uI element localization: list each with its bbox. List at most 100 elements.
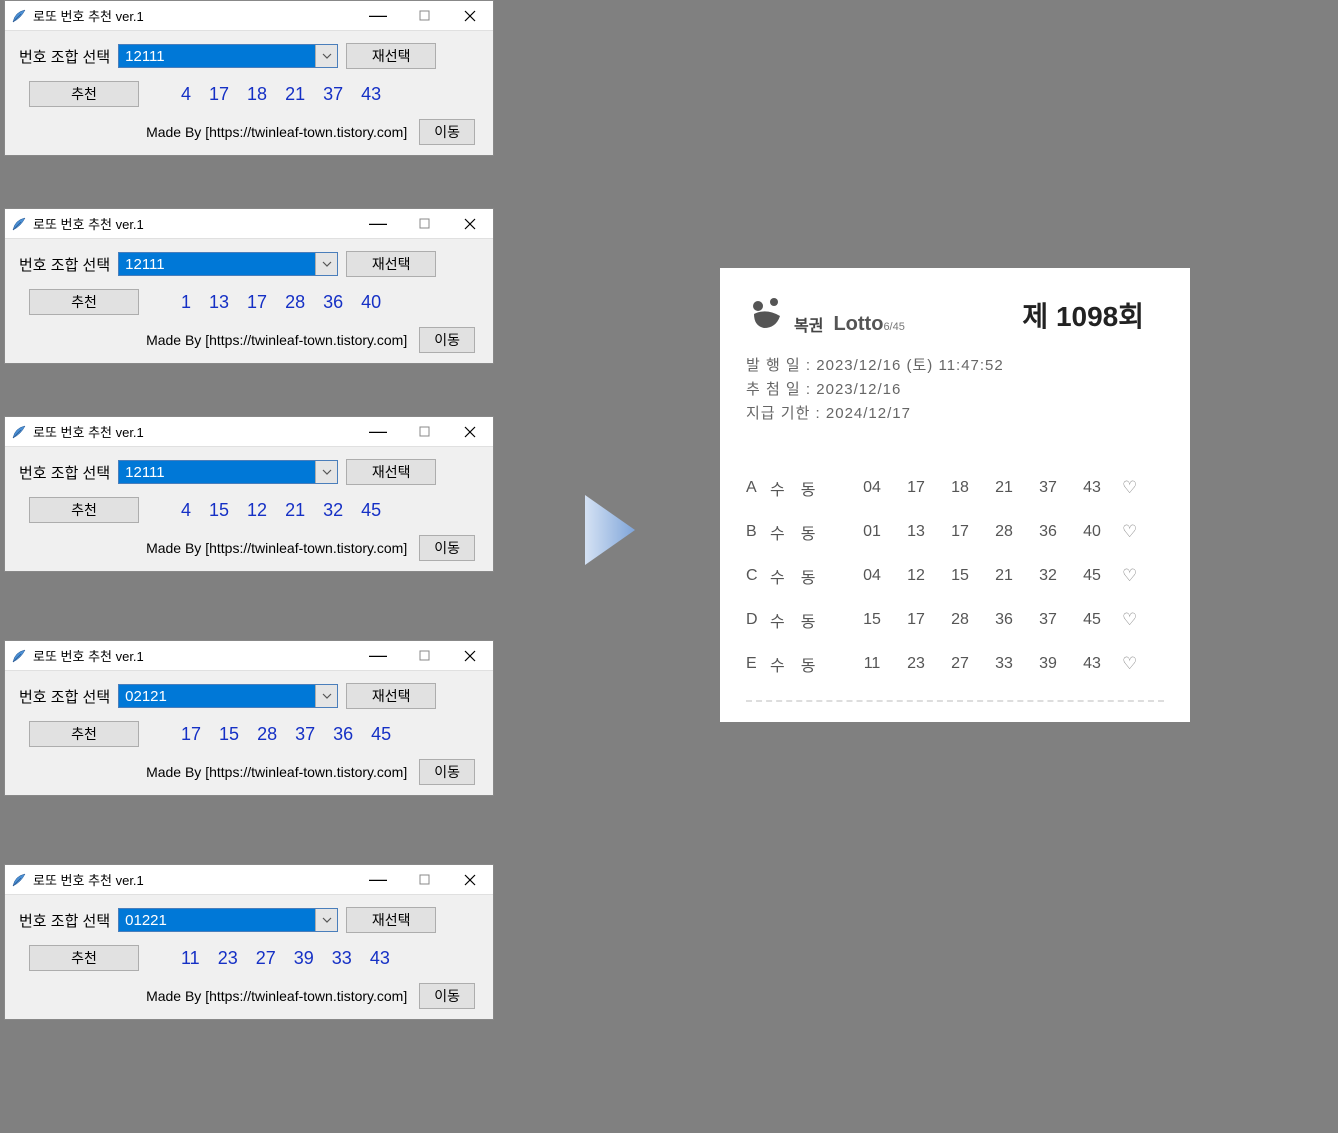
reselect-button[interactable]: 재선택	[346, 907, 436, 933]
result-number: 11	[181, 948, 200, 969]
ticket-number: 04	[850, 479, 894, 497]
go-button[interactable]: 이동	[419, 983, 475, 1009]
ticket-number: 17	[894, 611, 938, 629]
meta-draw-value: 2023/12/16	[816, 381, 901, 398]
titlebar[interactable]: 로또 번호 추천 ver.1 —	[5, 641, 493, 671]
ticket-header: 복권 Lotto 6/45 제 1098회	[746, 294, 1164, 336]
minimize-button[interactable]: —	[355, 417, 401, 446]
ticket-meta: 발 행 일 : 2023/12/16 (토) 11:47:52 추 첨 일 : …	[746, 354, 1164, 426]
result-number: 28	[257, 724, 277, 745]
maximize-button[interactable]	[401, 865, 447, 894]
ticket-row: E 수동 112327333943 ♡	[746, 642, 1164, 686]
meta-pay-label: 지급 기한	[746, 405, 810, 422]
recommend-button[interactable]: 추천	[29, 497, 139, 523]
titlebar[interactable]: 로또 번호 추천 ver.1 —	[5, 417, 493, 447]
ticket-number: 15	[938, 567, 982, 585]
ticket-row-letter: E	[746, 655, 770, 673]
recommend-button[interactable]: 추천	[29, 945, 139, 971]
go-button[interactable]: 이동	[419, 119, 475, 145]
recommend-button[interactable]: 추천	[29, 81, 139, 107]
combo-select[interactable]: 12111	[118, 44, 338, 68]
window-title: 로또 번호 추천 ver.1	[33, 214, 355, 233]
maximize-button[interactable]	[401, 417, 447, 446]
ticket-number: 39	[1026, 655, 1070, 673]
ticket-number: 13	[894, 523, 938, 541]
close-button[interactable]	[447, 641, 493, 670]
go-button[interactable]: 이동	[419, 327, 475, 353]
chevron-down-icon[interactable]	[315, 253, 337, 275]
go-button[interactable]: 이동	[419, 759, 475, 785]
made-by-text: Made By [https://twinleaf-town.tistory.c…	[146, 988, 407, 1004]
maximize-button[interactable]	[401, 209, 447, 238]
maximize-button[interactable]	[401, 1, 447, 30]
result-number: 36	[323, 292, 343, 313]
app-icon	[11, 424, 27, 440]
recommend-button[interactable]: 추천	[29, 721, 139, 747]
close-button[interactable]	[447, 865, 493, 894]
ticket-number: 18	[938, 479, 982, 497]
chevron-down-icon[interactable]	[315, 461, 337, 483]
ticket-row: D 수동 151728363745 ♡	[746, 598, 1164, 642]
result-number: 18	[247, 84, 267, 105]
combo-select[interactable]: 02121	[118, 684, 338, 708]
result-number: 1	[181, 292, 191, 313]
result-numbers: 112327393343	[161, 948, 390, 969]
combo-select[interactable]: 01221	[118, 908, 338, 932]
ticket-number: 01	[850, 523, 894, 541]
minimize-button[interactable]: —	[355, 641, 401, 670]
result-number: 17	[247, 292, 267, 313]
chevron-down-icon[interactable]	[315, 45, 337, 67]
ticket-row: C 수동 041215213245 ♡	[746, 554, 1164, 598]
combo-value: 12111	[119, 253, 315, 275]
chevron-down-icon[interactable]	[315, 685, 337, 707]
heart-icon: ♡	[1122, 610, 1137, 630]
result-number: 4	[181, 500, 191, 521]
reselect-button[interactable]: 재선택	[346, 251, 436, 277]
titlebar[interactable]: 로또 번호 추천 ver.1 —	[5, 1, 493, 31]
titlebar[interactable]: 로또 번호 추천 ver.1 —	[5, 209, 493, 239]
combo-value: 12111	[119, 45, 315, 67]
combo-value: 02121	[119, 685, 315, 707]
app-icon	[11, 872, 27, 888]
app-icon	[11, 216, 27, 232]
maximize-button[interactable]	[401, 641, 447, 670]
result-number: 37	[323, 84, 343, 105]
ticket-logo: 복권 Lotto 6/45	[746, 294, 905, 336]
combo-select[interactable]: 12111	[118, 460, 338, 484]
lotto-ticket: 복권 Lotto 6/45 제 1098회 발 행 일 : 2023/12/16…	[720, 268, 1190, 722]
combo-value: 12111	[119, 461, 315, 483]
ticket-row-mode: 수동	[770, 564, 850, 588]
app-window-2: 로또 번호 추천 ver.1 — 번호 조합 선택 12111	[4, 208, 494, 364]
result-number: 39	[294, 948, 314, 969]
combo-label: 번호 조합 선택	[19, 254, 110, 275]
meta-issue-label: 발 행 일	[746, 357, 801, 374]
recommend-button[interactable]: 추천	[29, 289, 139, 315]
ticket-number: 32	[1026, 567, 1070, 585]
titlebar[interactable]: 로또 번호 추천 ver.1 —	[5, 865, 493, 895]
result-number: 21	[285, 84, 305, 105]
go-button[interactable]: 이동	[419, 535, 475, 561]
reselect-button[interactable]: 재선택	[346, 43, 436, 69]
ticket-number: 12	[894, 567, 938, 585]
window-title: 로또 번호 추천 ver.1	[33, 6, 355, 25]
minimize-button[interactable]: —	[355, 865, 401, 894]
combo-select[interactable]: 12111	[118, 252, 338, 276]
minimize-button[interactable]: —	[355, 1, 401, 30]
minimize-button[interactable]: —	[355, 209, 401, 238]
meta-issue-value: 2023/12/16 (토) 11:47:52	[816, 357, 1003, 374]
ticket-number: 33	[982, 655, 1026, 673]
result-number: 43	[361, 84, 381, 105]
ticket-row-mode: 수동	[770, 520, 850, 544]
meta-pay-value: 2024/12/17	[826, 405, 911, 422]
app-window-3: 로또 번호 추천 ver.1 — 번호 조합 선택 12111	[4, 416, 494, 572]
close-button[interactable]	[447, 417, 493, 446]
reselect-button[interactable]: 재선택	[346, 683, 436, 709]
result-number: 27	[256, 948, 276, 969]
result-number: 23	[218, 948, 238, 969]
chevron-down-icon[interactable]	[315, 909, 337, 931]
reselect-button[interactable]: 재선택	[346, 459, 436, 485]
close-button[interactable]	[447, 209, 493, 238]
close-button[interactable]	[447, 1, 493, 30]
result-numbers: 171528373645	[161, 724, 391, 745]
ticket-row-letter: A	[746, 479, 770, 497]
